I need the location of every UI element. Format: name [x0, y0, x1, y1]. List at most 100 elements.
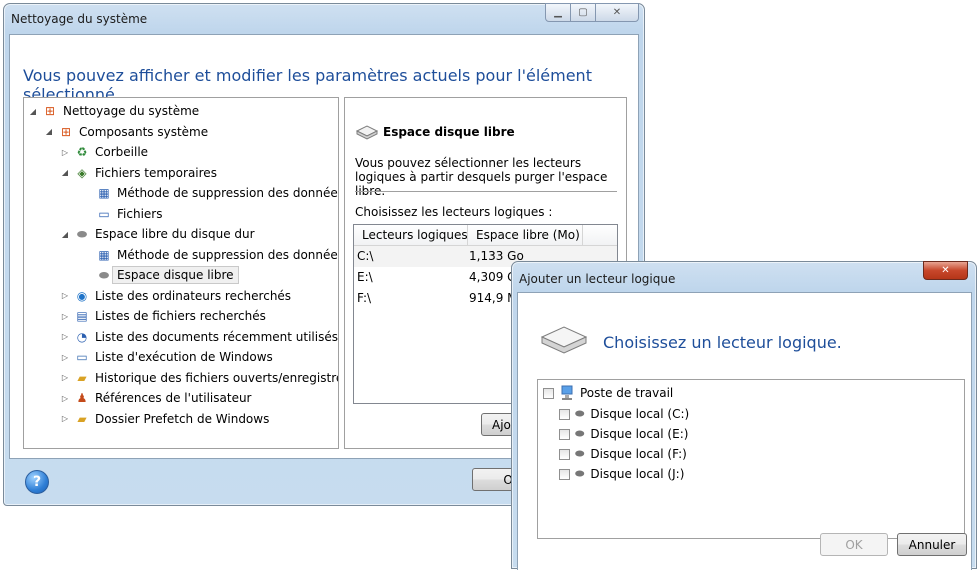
shred-method-icon: ▦: [98, 186, 110, 200]
expanded-arrow-icon[interactable]: ◢: [60, 230, 70, 239]
tree-item[interactable]: ◢ ◈ Fichiers temporaires: [60, 163, 217, 183]
collapsed-arrow-icon[interactable]: ▷: [60, 312, 70, 321]
expanded-arrow-icon[interactable]: ◢: [44, 127, 54, 136]
user-refs-icon: ♟: [76, 391, 88, 405]
tree-item[interactable]: ▦ Méthode de suppression des données: [82, 183, 339, 203]
drive-item[interactable]: ⬬ Disque local (C:): [559, 405, 689, 423]
panel-separator: [355, 191, 617, 192]
add-drive-dialog: Ajouter un lecteur logique ✕ Choisissez …: [511, 261, 977, 570]
maximize-button[interactable]: ▢: [570, 3, 596, 22]
tree-item-label: Liste d'exécution de Windows: [95, 350, 273, 364]
cancel-button-label: Annuler: [908, 537, 956, 552]
tree-item-label: Méthode de suppression des données: [117, 247, 339, 262]
drive-label: Disque local (F:): [590, 447, 687, 461]
dialog-client-area: Choisissez un lecteur logique. Poste de …: [517, 292, 972, 570]
collapsed-arrow-icon[interactable]: ▷: [60, 148, 70, 157]
dialog-close-button[interactable]: ✕: [923, 261, 968, 280]
drive-letter: F:\: [357, 291, 372, 305]
files-icon: ▭: [98, 206, 110, 221]
collapsed-arrow-icon[interactable]: ▷: [60, 353, 70, 362]
tree-item-label: Espace disque libre: [112, 266, 239, 284]
tree-item-label: Composants système: [79, 124, 209, 139]
minimize-button[interactable]: ▁: [545, 3, 571, 22]
shred-method-icon: ▦: [98, 247, 110, 262]
tree-item[interactable]: ▷ ◔ Liste des documents récemment utilisés: [60, 327, 338, 347]
tree-item[interactable]: ▷ ◉ Liste des ordinateurs recherchés: [60, 286, 291, 306]
drive-checkbox[interactable]: [559, 448, 570, 460]
column-header-drive[interactable]: Lecteurs logiques: [362, 228, 468, 242]
tree-item[interactable]: ◢ ⊞ Nettoyage du système: [28, 101, 199, 121]
recent-docs-icon: ◔: [76, 329, 88, 344]
close-icon: ✕: [941, 265, 950, 276]
drive-letter: C:\: [357, 249, 374, 263]
drive-tree[interactable]: Poste de travail ⬬ Disque local (C:) ⬬ D…: [537, 379, 965, 539]
tree-item-label: Liste des documents récemment utilisés: [95, 329, 338, 344]
collapsed-arrow-icon[interactable]: ▷: [60, 394, 70, 403]
drive-item[interactable]: ⬬ Disque local (F:): [559, 445, 687, 463]
main-window-title: Nettoyage du système: [11, 12, 148, 26]
expanded-arrow-icon[interactable]: ◢: [60, 168, 70, 177]
help-icon[interactable]: ?: [25, 470, 49, 494]
drive-icon: [540, 326, 588, 354]
column-header-free-space[interactable]: Espace libre (Mo): [476, 228, 580, 242]
settings-tree[interactable]: ◢ ⊞ Nettoyage du système ◢ ⊞ Composants systè…: [23, 97, 339, 449]
temp-files-icon: ◈: [77, 165, 87, 180]
drive-checkbox[interactable]: [559, 408, 570, 420]
drive-item[interactable]: ⬬ Disque local (J:): [559, 465, 684, 483]
hard-disk-icon: ⬬: [575, 467, 585, 480]
recycle-bin-icon: ♻: [76, 145, 88, 159]
drive-checkbox[interactable]: [559, 428, 570, 440]
windows-flag-icon: ⊞: [60, 124, 72, 139]
collapsed-arrow-icon[interactable]: ▷: [60, 332, 70, 341]
tree-item-label: Fichiers temporaires: [95, 165, 217, 180]
cancel-button[interactable]: Annuler: [897, 533, 967, 556]
disk-icon: ⬬: [76, 226, 88, 241]
tree-item[interactable]: ▦ Méthode de suppression des données: [82, 245, 339, 265]
collapsed-arrow-icon[interactable]: ▷: [60, 414, 70, 423]
tree-item-label: Listes de fichiers recherchés: [95, 309, 266, 323]
tree-item[interactable]: ▷ ▰ Dossier Prefetch de Windows: [60, 409, 269, 429]
tree-item-label: Historique des fichiers ouverts/enregist…: [95, 370, 339, 385]
my-computer-item[interactable]: Poste de travail: [543, 384, 673, 402]
tree-item[interactable]: ◢ ⊞ Composants système: [44, 122, 208, 142]
tree-item-label: Corbeille: [95, 145, 149, 159]
prefetch-folder-icon: ▰: [77, 411, 87, 426]
my-computer-checkbox[interactable]: [543, 387, 554, 399]
main-title-bar[interactable]: Nettoyage du système ▁ ▢ ✕: [4, 3, 644, 32]
tree-item-label: Méthode de suppression des données: [117, 186, 339, 200]
folder-history-icon: ▰: [77, 370, 87, 385]
tree-item-label: Fichiers: [117, 206, 163, 221]
collapsed-arrow-icon[interactable]: ▷: [60, 291, 70, 300]
drive-label: Disque local (J:): [590, 467, 685, 481]
drive-label: Disque local (E:): [590, 427, 689, 441]
drive-item[interactable]: ⬬ Disque local (E:): [559, 425, 688, 443]
disk-icon: ⬬: [98, 267, 110, 282]
tree-item[interactable]: ▭ Fichiers: [82, 204, 162, 224]
tree-item-label: Liste des ordinateurs recherchés: [95, 288, 292, 303]
tree-item[interactable]: ▷ ▰ Historique des fichiers ouverts/enregi…: [60, 368, 339, 388]
drive-checkbox[interactable]: [559, 468, 570, 480]
close-button[interactable]: ✕: [595, 3, 639, 22]
column-divider: [467, 225, 468, 245]
tree-item[interactable]: ⬬ Espace disque libre: [82, 265, 239, 285]
dialog-ok-button[interactable]: OK: [820, 533, 888, 556]
tree-item[interactable]: ▷ ♻ Corbeille: [60, 142, 148, 162]
drive-letter: E:\: [357, 270, 373, 284]
drives-list-header: Lecteurs logiques Espace libre (Mo): [354, 225, 617, 246]
tree-item[interactable]: ▷ ♟ Références de l'utilisateur: [60, 388, 252, 408]
network-icon: ◉: [76, 288, 88, 303]
dialog-title-bar[interactable]: Ajouter un lecteur logique ✕: [512, 261, 976, 290]
search-files-icon: ▤: [76, 309, 88, 323]
expanded-arrow-icon[interactable]: ◢: [28, 107, 38, 116]
tree-item[interactable]: ▷ ▤ Listes de fichiers recherchés: [60, 306, 266, 326]
windows-flag-icon: ⊞: [44, 104, 56, 118]
dialog-title: Ajouter un lecteur logique: [519, 272, 676, 286]
computer-icon: [561, 385, 573, 400]
choose-drives-label: Choisissez les lecteurs logiques :: [355, 205, 553, 219]
tree-item[interactable]: ▷ ▭ Liste d'exécution de Windows: [60, 347, 273, 367]
drive-label: Disque local (C:): [590, 407, 690, 421]
dialog-heading: Choisissez un lecteur logique.: [603, 333, 842, 352]
collapsed-arrow-icon[interactable]: ▷: [60, 373, 70, 382]
panel-title: Espace disque libre: [383, 125, 515, 139]
tree-item[interactable]: ◢ ⬬ Espace libre du disque dur: [60, 224, 255, 244]
